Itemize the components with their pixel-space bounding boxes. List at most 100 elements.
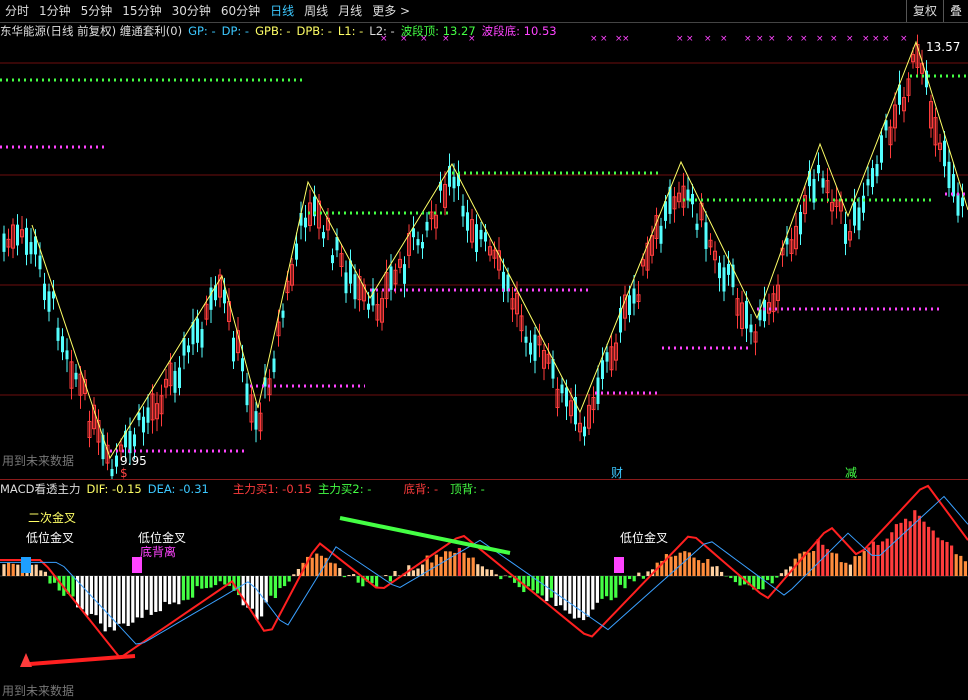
event-dividend-marker[interactable]: $ — [120, 466, 128, 480]
signal-x-mark: × — [420, 34, 428, 44]
macd-histogram-bar — [480, 566, 484, 576]
macd-histogram-bar — [848, 564, 852, 576]
candle-body-down — [403, 264, 406, 284]
macd-histogram-bar — [416, 568, 420, 576]
macd-histogram-bar — [186, 576, 190, 600]
macd-histogram-bar — [577, 576, 581, 618]
candlestick-chart[interactable]: × × × × × × × × × × × × × × × × × × × × × × × × × — [0, 23, 968, 479]
candle-body-down — [425, 221, 429, 231]
candle-body-down — [56, 327, 60, 341]
panel-divider[interactable] — [0, 479, 968, 480]
macd-histogram-bar — [370, 576, 374, 584]
candle-body-down — [479, 229, 483, 240]
macd-signal-block — [614, 557, 624, 573]
tab-60min[interactable]: 60分钟 — [216, 0, 265, 22]
candle-body-down — [110, 468, 114, 477]
candle-body-down — [421, 242, 424, 249]
candle-body-down — [2, 233, 6, 252]
macd-histogram-bar — [697, 560, 701, 576]
macd-histogram-bar — [563, 576, 567, 611]
macd-chart[interactable] — [0, 481, 968, 700]
candle-body-down — [718, 262, 721, 279]
candle-body-down — [875, 164, 879, 177]
macd-histogram-bar — [168, 576, 172, 605]
candle-body-down — [628, 295, 631, 315]
signal-x-mark: × — [744, 34, 752, 44]
macd-histogram-bar — [940, 540, 944, 576]
macd-histogram-bar — [881, 541, 885, 576]
candle-body-down — [47, 291, 51, 312]
macd-histogram-bar — [411, 570, 415, 576]
macd-histogram-bar — [2, 564, 6, 576]
macd-histogram-bar — [158, 576, 162, 612]
macd-histogram-bar — [904, 518, 908, 576]
candle-body-down — [853, 202, 856, 226]
candle-body-down — [65, 350, 69, 360]
candle-body-down — [524, 336, 528, 343]
tab-weekly[interactable]: 周线 — [299, 0, 333, 22]
candle-body-down — [799, 211, 802, 235]
candle-body-down — [632, 288, 636, 304]
macd-histogram-bar — [936, 537, 940, 576]
macd-histogram-bar — [462, 552, 466, 576]
macd-histogram-bar — [623, 576, 627, 589]
macd-histogram-bar — [761, 576, 765, 590]
candle-body-down — [344, 272, 348, 294]
candle-body-down — [727, 263, 730, 275]
candle-body-down — [367, 303, 370, 310]
macd-histogram-bar — [572, 576, 576, 619]
macd-histogram-bar — [310, 557, 314, 576]
tab-30min[interactable]: 30分钟 — [167, 0, 216, 22]
signal-x-mark: × — [686, 34, 694, 44]
macd-histogram-bar — [830, 552, 834, 576]
candle-body-down — [241, 358, 244, 372]
tab-15min[interactable]: 15分钟 — [117, 0, 166, 22]
macd-histogram-bar — [609, 576, 613, 601]
macd-histogram-bar — [931, 530, 935, 576]
candle-body-down — [232, 337, 235, 362]
macd-histogram-bar — [862, 551, 866, 576]
candle-body-down — [74, 372, 78, 380]
macd-histogram-bar — [172, 576, 176, 603]
signal-x-mark: × — [872, 34, 880, 44]
macd-histogram-bar — [945, 541, 949, 576]
tab-more[interactable]: 更多 > — [367, 0, 415, 22]
macd-histogram-bar — [117, 576, 121, 624]
macd-histogram-bar — [375, 576, 379, 587]
macd-histogram-bar — [255, 576, 259, 620]
tab-monthly[interactable]: 月线 — [333, 0, 367, 22]
macd-histogram-bar — [733, 576, 737, 583]
tab-daily[interactable]: 日线 — [265, 0, 299, 22]
tab-timeshare[interactable]: 分时 — [0, 0, 34, 22]
macd-histogram-bar — [908, 521, 912, 576]
signal-x-mark: × — [676, 34, 684, 44]
macd-histogram-bar — [333, 563, 337, 576]
macd-histogram-bar — [278, 576, 282, 589]
tab-1min[interactable]: 1分钟 — [34, 0, 76, 22]
candle-body-down — [178, 367, 181, 389]
candle-body-down — [182, 337, 186, 356]
macd-histogram-bar — [135, 576, 139, 618]
macd-histogram-bar — [16, 564, 20, 576]
macd-histogram-bar — [181, 576, 185, 601]
macd-histogram-bar — [701, 562, 705, 576]
macd-histogram-bar — [264, 576, 268, 603]
candle-body-down — [196, 318, 199, 343]
macd-histogram-bar — [490, 569, 494, 576]
macd-histogram-bar — [816, 539, 820, 576]
macd-histogram-bar — [145, 576, 149, 610]
signal-x-mark: × — [622, 34, 630, 44]
candle-body-down — [956, 193, 960, 216]
signal-x-mark: × — [800, 34, 808, 44]
macd-histogram-bar — [913, 510, 917, 576]
signal-x-mark: × — [590, 34, 598, 44]
tab-5min[interactable]: 5分钟 — [76, 0, 118, 22]
macd-histogram-bar — [131, 576, 135, 623]
candle-body-down — [272, 358, 276, 373]
macd-histogram-bar — [352, 574, 356, 576]
restore-rights-button[interactable]: 复权 — [905, 0, 943, 22]
overlay-button[interactable]: 叠 — [942, 0, 968, 22]
macd-histogram-bar — [844, 562, 848, 576]
macd-histogram-bar — [899, 522, 903, 576]
macd-histogram-bar — [444, 551, 448, 576]
